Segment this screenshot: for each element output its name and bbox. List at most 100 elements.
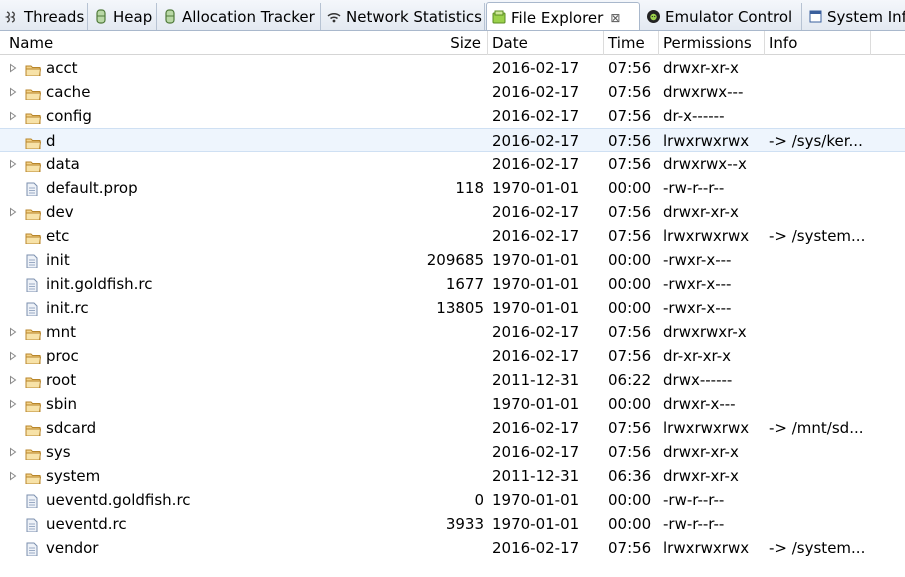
tab-system-information[interactable]: System Information [803, 3, 905, 30]
tab-label: File Explorer [511, 8, 604, 27]
row-date: 2011-12-31 [492, 467, 580, 485]
tab-network-statistics[interactable]: Network Statistics [322, 3, 485, 30]
row-date: 2016-02-17 [492, 83, 580, 101]
row-time: 07:56 [608, 83, 652, 101]
folder-icon [25, 228, 43, 244]
row-info [769, 512, 899, 536]
row-date: 2016-02-17 [492, 227, 580, 245]
folder-icon [25, 468, 43, 484]
row-date: 1970-01-01 [492, 491, 580, 509]
table-row[interactable]: init 209685 1970-01-01 00:00 -rwxr-x--- [0, 248, 905, 272]
column-info[interactable]: Info [765, 31, 871, 55]
table-row[interactable]: mnt 2016-02-17 07:56 drwxrwxr-x [0, 320, 905, 344]
table-row[interactable]: etc 2016-02-17 07:56 lrwxrwxrwx -> /system..… [0, 224, 905, 248]
row-size [392, 536, 484, 560]
tab-emulator-control[interactable]: Emulator Control [641, 3, 802, 30]
row-permissions: drwxr-x--- [663, 395, 736, 413]
tab-file-explorer[interactable]: File Explorer ⊠ [486, 2, 640, 30]
expand-arrow-icon[interactable] [9, 344, 21, 368]
row-time: 00:00 [608, 179, 652, 197]
table-row[interactable]: ueventd.rc 3933 1970-01-01 00:00 -rw-r--r-- [0, 512, 905, 536]
row-size [392, 104, 484, 128]
expand-arrow-icon[interactable] [9, 320, 21, 344]
tab-label: System Information [827, 7, 905, 26]
row-time: 07:56 [608, 347, 652, 365]
table-row[interactable]: vendor 2016-02-17 07:56 lrwxrwxrwx -> /syste… [0, 536, 905, 560]
column-time[interactable]: Time [604, 31, 659, 55]
file-icon [25, 516, 43, 532]
tab-heap[interactable]: Heap [89, 3, 157, 30]
row-name: d [46, 132, 56, 150]
expand-arrow-icon[interactable] [9, 200, 21, 224]
row-permissions: drwx------ [663, 371, 733, 389]
row-time: 07:56 [608, 203, 652, 221]
row-time: 07:56 [608, 419, 652, 437]
expand-arrow-icon[interactable] [9, 104, 21, 128]
column-date[interactable]: Date [488, 31, 604, 55]
row-name: init [46, 251, 70, 269]
table-row[interactable]: init.rc 13805 1970-01-01 00:00 -rwxr-x--- [0, 296, 905, 320]
row-indent [9, 296, 21, 320]
table-row[interactable]: system 2011-12-31 06:36 drwxr-xr-x [0, 464, 905, 488]
row-time: 07:56 [608, 227, 652, 245]
table-row[interactable]: d 2016-02-17 07:56 lrwxrwxrwx -> /sys/ker... [0, 128, 905, 152]
row-indent [9, 176, 21, 200]
row-name: default.prop [46, 179, 138, 197]
expand-arrow-icon[interactable] [9, 56, 21, 80]
system-info-icon [807, 9, 823, 25]
expand-arrow-icon[interactable] [9, 368, 21, 392]
row-size [392, 368, 484, 392]
table-row[interactable]: default.prop 118 1970-01-01 00:00 -rw-r--r-- [0, 176, 905, 200]
expand-arrow-icon[interactable] [9, 392, 21, 416]
table-row[interactable]: sbin 1970-01-01 00:00 drwxr-x--- [0, 392, 905, 416]
view-tab-bar: Threads Heap Allocation Tracker Network … [0, 0, 905, 31]
column-permissions[interactable]: Permissions [659, 31, 765, 55]
row-time: 07:56 [608, 539, 652, 557]
row-name: root [46, 371, 77, 389]
row-permissions: drwxr-xr-x [663, 59, 739, 77]
table-row[interactable]: root 2011-12-31 06:22 drwx------ [0, 368, 905, 392]
row-name: acct [46, 59, 78, 77]
expand-arrow-icon[interactable] [9, 464, 21, 488]
row-permissions: -rwxr-x--- [663, 251, 732, 269]
row-time: 00:00 [608, 515, 652, 533]
table-row[interactable]: config 2016-02-17 07:56 dr-x------ [0, 104, 905, 128]
row-name: ueventd.rc [46, 515, 127, 533]
row-info [769, 200, 899, 224]
row-time: 06:36 [608, 467, 652, 485]
row-info [769, 320, 899, 344]
table-row[interactable]: init.goldfish.rc 1677 1970-01-01 00:00 -rwxr… [0, 272, 905, 296]
folder-icon [25, 396, 43, 412]
row-permissions: drwxrwx--x [663, 155, 747, 173]
file-icon [25, 252, 43, 268]
row-time: 00:00 [608, 275, 652, 293]
row-size [392, 80, 484, 104]
row-permissions: -rw-r--r-- [663, 491, 725, 509]
table-row[interactable]: proc 2016-02-17 07:56 dr-xr-xr-x [0, 344, 905, 368]
table-row[interactable]: cache 2016-02-17 07:56 drwxrwx--- [0, 80, 905, 104]
row-date: 1970-01-01 [492, 251, 580, 269]
table-row[interactable]: sys 2016-02-17 07:56 drwxr-xr-x [0, 440, 905, 464]
expand-arrow-icon[interactable] [9, 152, 21, 176]
table-row[interactable]: ueventd.goldfish.rc 0 1970-01-01 00:00 -rw-r… [0, 488, 905, 512]
expand-arrow-icon[interactable] [9, 80, 21, 104]
row-info [769, 296, 899, 320]
tab-threads[interactable]: Threads [0, 3, 88, 30]
tab-allocation-tracker[interactable]: Allocation Tracker [158, 3, 321, 30]
row-time: 06:22 [608, 371, 652, 389]
row-indent [9, 129, 21, 153]
row-time: 07:56 [608, 323, 652, 341]
row-permissions: lrwxrwxrwx [663, 227, 750, 245]
row-size [392, 200, 484, 224]
table-row[interactable]: acct 2016-02-17 07:56 drwxr-xr-x [0, 56, 905, 80]
table-row[interactable]: sdcard 2016-02-17 07:56 lrwxrwxrwx -> /mnt/s… [0, 416, 905, 440]
close-icon[interactable]: ⊠ [610, 11, 620, 25]
expand-arrow-icon[interactable] [9, 440, 21, 464]
table-row[interactable]: data 2016-02-17 07:56 drwxrwx--x [0, 152, 905, 176]
column-name[interactable]: Name Size [0, 31, 488, 55]
file-icon [25, 492, 43, 508]
row-date: 2016-02-17 [492, 443, 580, 461]
table-row[interactable]: dev 2016-02-17 07:56 drwxr-xr-x [0, 200, 905, 224]
folder-icon [25, 133, 43, 149]
row-date: 2016-02-17 [492, 132, 580, 150]
